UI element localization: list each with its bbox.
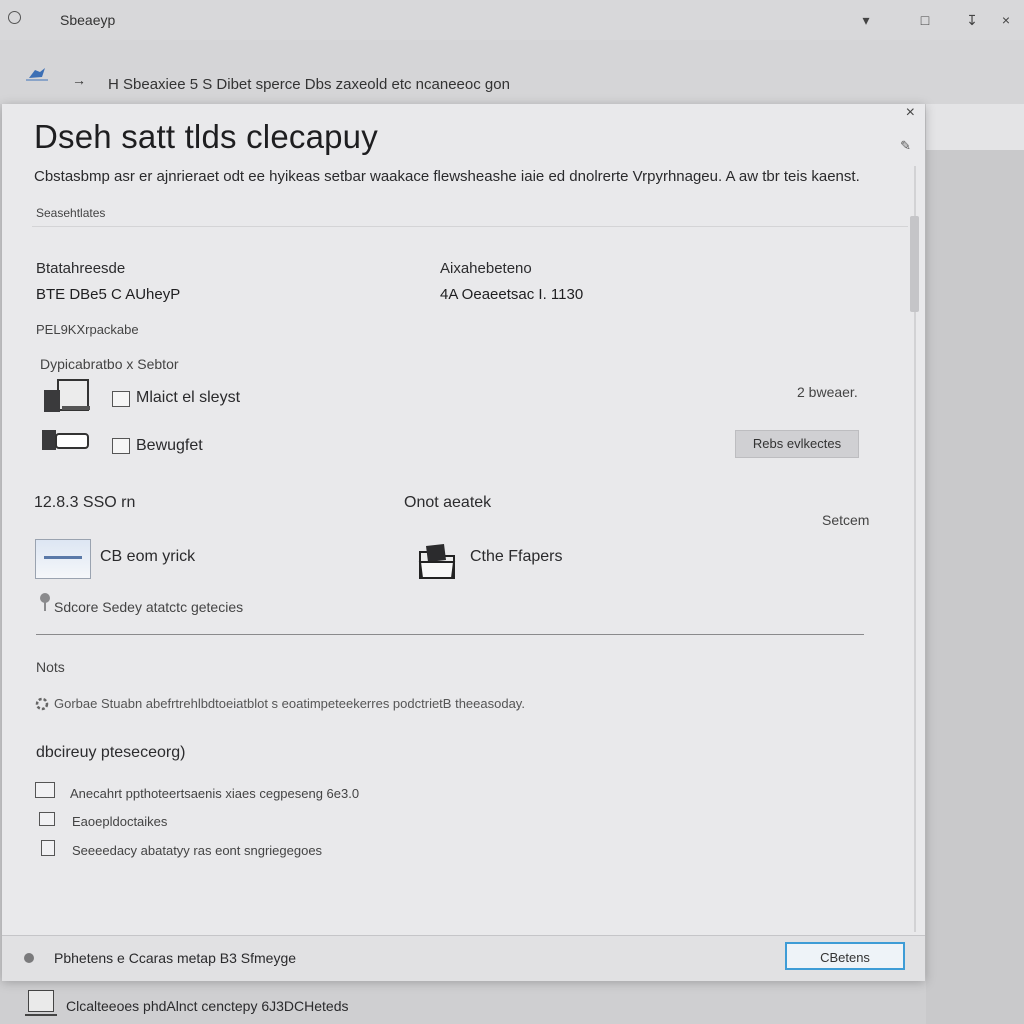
small-heading: PEL9KXrpackabe [36, 322, 139, 337]
folder-icon[interactable] [416, 542, 458, 582]
dialog-description: Cbstasbmp asr er ajnrieraet odt ee hyike… [34, 168, 860, 185]
list-item[interactable]: Seeeedacy abatatyy ras eont sngriegegoes [72, 843, 322, 858]
address-path[interactable]: H Sbeaxiee 5 S Dibet sperce Dbs zaxeold … [108, 76, 510, 93]
right-field-label: Aixahebeteno [440, 260, 532, 277]
left-field-value: BTE DBe5 C AUheyP [36, 286, 181, 303]
notes-heading: Nots [36, 659, 65, 675]
info-icon [24, 953, 34, 963]
properties-dialog: × ✎ Dseh satt tlds clecapuy Cbstasbmp as… [2, 104, 925, 980]
window-titlebar: Sbeaeyp ▾ □ ↧ × [0, 0, 1024, 41]
edit-icon[interactable]: ✎ [900, 138, 911, 154]
dialog-footer: Pbhetens e Ccaras metap B3 Sfmeyge CBete… [2, 935, 925, 981]
pin-icon[interactable]: ↧ [960, 8, 984, 32]
drive-icon [112, 438, 130, 454]
scrollbar-thumb[interactable] [910, 216, 919, 312]
devices-icon [42, 379, 90, 450]
item-label-1[interactable]: Mlaict el sleyst [136, 389, 240, 407]
gear-icon [35, 697, 49, 711]
window-title: Sbeaeyp [60, 12, 116, 28]
right-field-value: 4A Oeaeetsac I. 1130 [440, 286, 584, 303]
pin-icon [40, 593, 50, 611]
printer-icon [39, 812, 55, 826]
close-button[interactable]: CBetens [785, 942, 905, 970]
grid-icon [41, 840, 55, 856]
maximize-button[interactable]: □ [913, 8, 937, 32]
cloud-drive-icon[interactable] [26, 66, 48, 82]
notes-text: Gorbae Stuabn abefrtrehlbdtoeiatblot s e… [54, 696, 525, 711]
left-field-label: Btatahreesde [36, 260, 126, 277]
window-menu-icon[interactable] [8, 11, 21, 24]
group-heading: Dypicabratbo x Sebtor [40, 356, 179, 372]
item-label-2[interactable]: Bewugfet [136, 437, 203, 455]
monitor-icon [112, 391, 130, 407]
dialog-title: Dseh satt tlds clecapuy [34, 118, 378, 155]
side-pane [926, 150, 1024, 1024]
extras-heading: dbcireuy pteseceorg) [36, 744, 186, 761]
list-item[interactable]: Eaoepldoctaikes [72, 814, 167, 829]
size-label: 12.8.3 SSO rn [34, 494, 136, 511]
side-pane-header [926, 104, 1024, 151]
folder-item-label[interactable]: Cthe Ffapers [470, 548, 562, 566]
dropdown-icon[interactable]: ▾ [854, 8, 878, 32]
refresh-button[interactable]: Rebs evlkectes [735, 430, 859, 458]
divider [32, 226, 908, 227]
section-divider [36, 634, 864, 635]
pin-text: Sdcore Sedey atatctc getecies [54, 599, 244, 615]
forward-icon[interactable]: → [72, 72, 86, 88]
storage-label: Onot aeatek [404, 494, 492, 511]
image-thumbnail[interactable] [35, 539, 91, 579]
dialog-close-button[interactable]: × [906, 104, 915, 122]
address-bar [0, 40, 1024, 104]
list-item[interactable]: Anecahrt ppthoteertsaenis xiaes cegpesen… [70, 786, 359, 801]
item-count: 2 bweaer. [797, 384, 858, 400]
close-window-button[interactable]: × [994, 8, 1018, 32]
computer-icon [25, 990, 57, 1016]
section-label: Seasehtlates [36, 206, 106, 220]
option-link[interactable]: Setcem [822, 512, 869, 528]
document-icon [35, 782, 55, 798]
thumb-item-label[interactable]: CB eom yrick [100, 548, 195, 566]
footer-text: Pbhetens e Ccaras metap B3 Sfmeyge [54, 950, 297, 966]
status-text: Clcalteeoes phdAlnct cenctepy 6J3DCHeted… [66, 998, 349, 1014]
